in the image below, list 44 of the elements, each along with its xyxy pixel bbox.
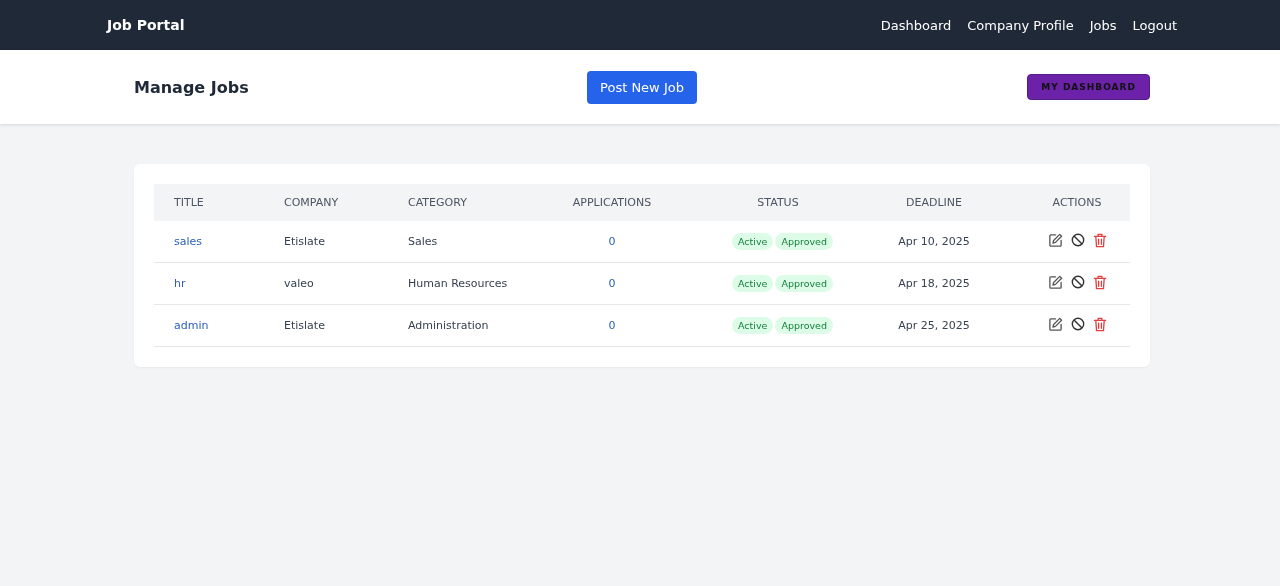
applications-count: 0: [608, 235, 616, 248]
post-job-button[interactable]: Post New Job: [587, 70, 697, 104]
block-icon[interactable]: [1070, 233, 1085, 247]
edit-icon[interactable]: [1047, 274, 1063, 290]
block-icon[interactable]: [1070, 275, 1085, 289]
table-cell: valeo: [284, 277, 314, 290]
column-header: COMPANY: [284, 196, 339, 209]
column-header: TITLE: [174, 196, 204, 209]
column-header: STATUS: [757, 196, 799, 209]
status-badge: Active: [732, 275, 774, 292]
table-cell: Apr 10, 2025: [898, 235, 970, 248]
delete-icon[interactable]: [1092, 316, 1107, 332]
column-header: APPLICATIONS: [572, 196, 652, 209]
applications-count: 0: [608, 319, 616, 332]
nav-link[interactable]: Logout: [1132, 17, 1177, 33]
job-title-link[interactable]: hr: [174, 277, 186, 290]
table-cell: Etislate: [284, 319, 325, 332]
delete-icon[interactable]: [1092, 232, 1107, 248]
status-badge: Active: [732, 233, 774, 250]
status-badge: Approved: [775, 233, 833, 250]
column-header: CATEGORY: [408, 196, 467, 209]
edit-icon[interactable]: [1047, 316, 1063, 332]
nav-link[interactable]: Company Profile: [967, 17, 1074, 33]
status-badge: Active: [732, 317, 774, 334]
delete-icon[interactable]: [1092, 274, 1107, 290]
table-cell: Human Resources: [408, 277, 508, 290]
table-cell: Apr 18, 2025: [898, 277, 970, 290]
nav-link[interactable]: Jobs: [1089, 17, 1117, 33]
applications-count: 0: [608, 277, 616, 290]
table-cell: Sales: [408, 235, 438, 248]
page-title: Manage Jobs: [134, 77, 250, 97]
edit-icon[interactable]: [1047, 232, 1063, 248]
block-icon[interactable]: [1070, 317, 1085, 331]
status-badge: Approved: [775, 275, 833, 292]
table-cell: Apr 25, 2025: [898, 319, 970, 332]
table-cell: Etislate: [284, 235, 325, 248]
column-header: ACTIONS: [1052, 196, 1102, 209]
job-title-link[interactable]: admin: [174, 319, 209, 332]
brand-title[interactable]: Job Portal: [107, 17, 185, 33]
table-cell: Administration: [408, 319, 489, 332]
column-header: DEADLINE: [906, 196, 962, 209]
job-title-link[interactable]: sales: [174, 235, 203, 248]
status-badge: Approved: [775, 317, 833, 334]
nav-link[interactable]: Dashboard: [880, 17, 952, 33]
